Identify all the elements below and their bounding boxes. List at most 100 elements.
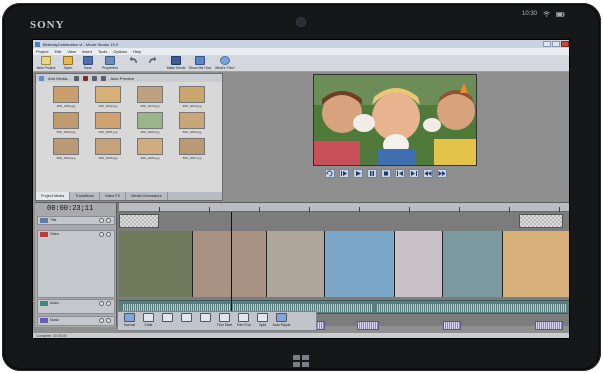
video-clip[interactable]	[325, 231, 395, 297]
previous-frame-button[interactable]	[395, 169, 405, 178]
menu-help[interactable]: Help	[133, 49, 141, 54]
trim-end-tool[interactable]: Trim End	[235, 312, 252, 327]
video-clip[interactable]	[193, 231, 267, 297]
title-clip[interactable]	[119, 214, 159, 228]
save-icon	[83, 56, 93, 65]
maximize-button[interactable]	[552, 41, 560, 47]
go-to-end-icon	[438, 171, 446, 176]
go-to-end-button[interactable]	[437, 169, 447, 178]
play-from-start-button[interactable]	[339, 169, 349, 178]
track-header-video[interactable]: Video	[37, 230, 115, 298]
mute-button[interactable]	[99, 232, 104, 237]
media-thumbnail[interactable]: IMG_0025.jpg	[92, 138, 124, 161]
menu-project[interactable]: Project	[36, 49, 48, 54]
tab-video-fx[interactable]: Video FX	[100, 192, 127, 200]
next-frame-icon	[411, 171, 417, 176]
menu-insert[interactable]: Insert	[82, 49, 92, 54]
go-to-start-button[interactable]	[423, 169, 433, 178]
media-thumbnail[interactable]: IMG_0012.jpg	[92, 86, 124, 109]
trim-start-tool[interactable]: Trim Start	[216, 312, 233, 327]
media-thumbnail[interactable]: IMG_0021.jpg	[92, 112, 124, 135]
fade-tool[interactable]: Fade	[140, 312, 157, 327]
mute-button[interactable]	[99, 318, 104, 323]
timeline-ruler[interactable]	[119, 203, 569, 212]
show-me-how-button[interactable]: Show Me How	[189, 56, 211, 70]
remove-media-icon[interactable]	[74, 75, 80, 81]
music-clip[interactable]	[443, 321, 461, 330]
media-thumbnail[interactable]: IMG_0020.jpg	[50, 112, 82, 135]
play-button[interactable]	[353, 169, 363, 178]
open-button[interactable]: Open	[57, 56, 79, 70]
media-thumbnail[interactable]: IMG_0013.jpg	[134, 86, 166, 109]
normal-edit-icon	[124, 313, 135, 322]
save-button[interactable]: Save	[77, 56, 99, 70]
menu-tools[interactable]: Tools	[98, 49, 107, 54]
play-icon	[356, 171, 361, 176]
tab-transitions[interactable]: Transitions	[70, 192, 100, 200]
track-header-audio[interactable]: Audio	[37, 299, 115, 314]
app-icon	[35, 41, 40, 47]
windows-home-button[interactable]	[293, 355, 309, 367]
auto-preview-toggle[interactable]: Auto Preview	[110, 76, 134, 81]
menu-options[interactable]: Options	[113, 49, 127, 54]
solo-button[interactable]	[106, 318, 111, 323]
solo-button[interactable]	[106, 301, 111, 306]
video-clip[interactable]	[443, 231, 503, 297]
solo-button[interactable]	[106, 218, 111, 223]
add-media-button[interactable]: Add Media...	[48, 76, 70, 81]
music-clip[interactable]	[535, 321, 563, 330]
menu-edit[interactable]: Edit	[54, 49, 61, 54]
title-clip[interactable]	[519, 214, 563, 228]
normal-edit-tool[interactable]: Normal	[121, 312, 138, 327]
minimize-button[interactable]	[543, 41, 551, 47]
media-thumbnail[interactable]: IMG_0014.jpg	[176, 86, 208, 109]
media-properties-icon[interactable]	[92, 75, 98, 81]
media-thumbnail[interactable]: IMG_0026.jpg	[134, 138, 166, 161]
tab-media-generators[interactable]: Media Generators	[126, 192, 168, 200]
menu-bar: Project Edit View Insert Tools Options H…	[33, 48, 569, 55]
playhead-cursor[interactable]	[231, 212, 232, 327]
delete-icon	[200, 313, 211, 322]
track-header-title[interactable]: Title	[37, 216, 115, 225]
track-header-music[interactable]: Music	[37, 316, 115, 326]
media-thumbnail[interactable]: IMG_0024.jpg	[50, 138, 82, 161]
video-preview-area	[225, 73, 569, 201]
crop-tool[interactable]	[178, 312, 195, 322]
mute-button[interactable]	[99, 301, 104, 306]
pause-button[interactable]	[367, 169, 377, 178]
menu-view[interactable]: View	[67, 49, 76, 54]
video-clip[interactable]	[503, 231, 569, 297]
video-clip[interactable]	[395, 231, 443, 297]
split-audio-tool[interactable]	[159, 312, 176, 322]
make-movie-button[interactable]: Make Movie	[165, 56, 187, 70]
properties-icon	[105, 56, 115, 65]
stop-button[interactable]	[381, 169, 391, 178]
mute-button[interactable]	[99, 218, 104, 223]
loop-button[interactable]	[325, 169, 335, 178]
go-to-start-icon	[424, 171, 432, 176]
close-button[interactable]	[561, 41, 569, 47]
media-thumbnail[interactable]: IMG_0023.jpg	[176, 112, 208, 135]
media-thumbnail[interactable]: IMG_0011.jpg	[50, 86, 82, 109]
solo-button[interactable]	[106, 232, 111, 237]
battery-icon	[556, 11, 565, 17]
auto-ripple-tool[interactable]: Auto Ripple	[272, 312, 291, 327]
redo-button[interactable]	[141, 56, 163, 65]
whats-this-button[interactable]: What's This?	[214, 56, 236, 70]
split-tool[interactable]: Split	[254, 312, 271, 327]
properties-button[interactable]: Properties	[99, 56, 121, 70]
music-clip[interactable]	[357, 321, 379, 330]
close-media-icon[interactable]	[83, 75, 89, 81]
tab-project-media[interactable]: Project Media	[36, 192, 71, 200]
media-thumbnail[interactable]: IMG_0027.jpg	[176, 138, 208, 161]
view-mode-icon[interactable]	[101, 75, 107, 81]
next-frame-button[interactable]	[409, 169, 419, 178]
track-color-swatch	[40, 218, 48, 223]
video-clip[interactable]	[267, 231, 325, 297]
media-thumbnail[interactable]: IMG_0022.jpg	[134, 112, 166, 135]
audio-waveform	[377, 304, 567, 312]
delete-tool[interactable]	[197, 312, 214, 322]
crop-icon	[181, 313, 192, 322]
new-project-button[interactable]: New Project	[35, 56, 57, 70]
video-clip[interactable]	[119, 231, 193, 297]
